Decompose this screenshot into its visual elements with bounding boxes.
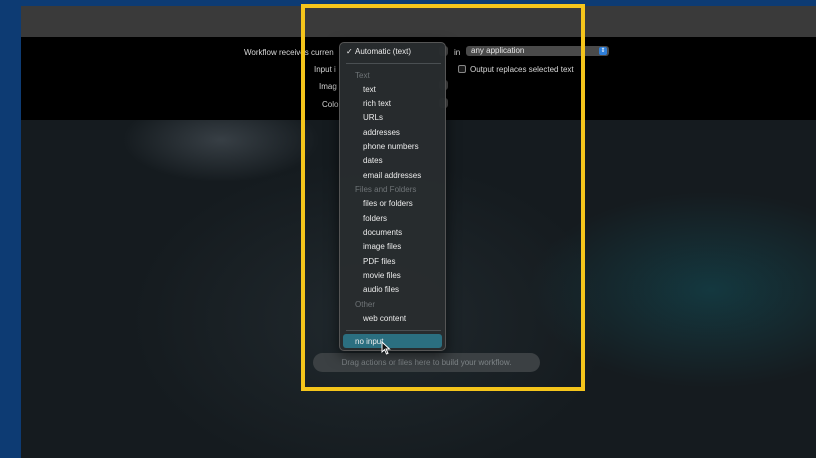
highlight-frame xyxy=(301,4,585,391)
stepper-arrows-icon: ⇕ xyxy=(599,47,607,55)
